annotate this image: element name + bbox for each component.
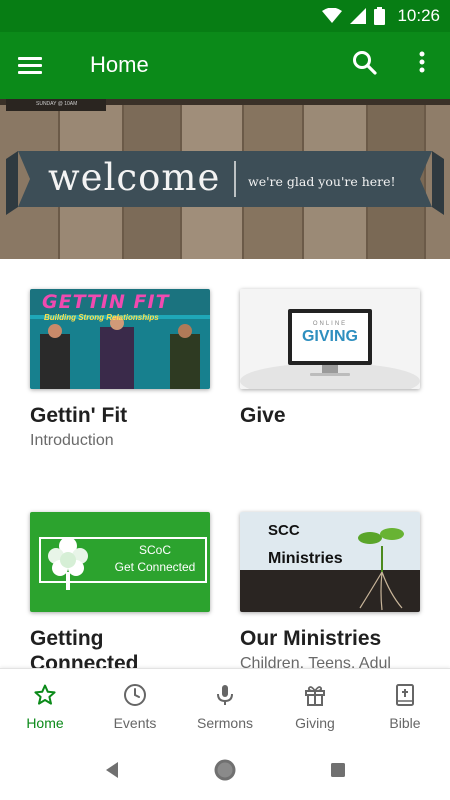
status-time: 10:26	[397, 6, 440, 25]
wifi-icon	[322, 8, 343, 23]
status-icons: 10:26	[322, 6, 440, 26]
card-title: Give	[240, 404, 286, 427]
battery-icon	[374, 7, 386, 25]
card-thumbnail[interactable]: GETTIN FIT Building Strong Relationships	[30, 289, 210, 389]
nav-sermons[interactable]: Sermons	[180, 669, 270, 741]
system-navigation-bar	[0, 740, 450, 800]
recents-icon	[331, 763, 345, 777]
nav-giving[interactable]: Giving	[270, 669, 360, 741]
hero-subtitle: we're glad you're here!	[248, 174, 396, 189]
card-gettin-fit[interactable]: GETTIN FIT Building Strong Relationships…	[30, 289, 212, 450]
status-bar: 10:26	[0, 0, 450, 32]
thumb-subtitle: Building Strong Relationships	[44, 313, 159, 322]
nav-label: Home	[26, 715, 64, 731]
nav-home[interactable]: Home	[0, 669, 90, 741]
nav-bible[interactable]: Bible	[360, 669, 450, 741]
card-subtitle: Introduction	[30, 432, 114, 449]
more-vert-icon	[419, 51, 425, 73]
microphone-icon	[217, 685, 233, 705]
card-give[interactable]: ONLINE GIVING Give	[240, 289, 422, 428]
system-recents-button[interactable]	[326, 758, 350, 782]
home-circle-icon	[214, 759, 236, 781]
thumb-main-text: GIVING	[301, 328, 358, 345]
system-back-button[interactable]	[100, 758, 124, 782]
thumb-title: GETTIN FIT	[42, 291, 170, 313]
app-bar: Home	[0, 32, 450, 99]
card-our-ministries[interactable]: SCC Ministries Our Ministries Children, …	[240, 512, 422, 673]
star-icon	[34, 684, 56, 705]
gift-icon	[305, 686, 325, 706]
system-home-button[interactable]	[213, 758, 237, 782]
card-getting-connected[interactable]: SCoC Get Connected Getting Connected	[30, 512, 212, 676]
nav-label: Bible	[389, 715, 421, 731]
card-thumbnail[interactable]: SCC Ministries	[240, 512, 420, 612]
clock-icon	[124, 684, 146, 706]
thumb-line2: Ministries	[268, 550, 343, 567]
nav-label: Giving	[295, 715, 335, 731]
card-thumbnail[interactable]: SCoC Get Connected	[30, 512, 210, 612]
thumb-line1: SCoC	[138, 543, 171, 557]
card-title: Our Ministries	[240, 627, 382, 650]
search-icon	[353, 51, 377, 75]
nav-label: Events	[113, 715, 157, 731]
back-icon	[106, 762, 118, 778]
more-options-button[interactable]	[412, 50, 432, 80]
menu-button[interactable]	[18, 52, 52, 80]
page-title: Home	[90, 52, 149, 77]
welcome-banner[interactable]: SUNDAY @ 10AM welcome we're glad you're …	[0, 99, 450, 259]
thumb-line1: SCC	[268, 522, 300, 539]
hero-welcome-text: welcome	[48, 156, 221, 199]
card-thumbnail[interactable]: ONLINE GIVING	[240, 289, 420, 389]
signal-icon	[350, 8, 367, 24]
card-title: Gettin' Fit	[30, 404, 128, 427]
thumb-top-text: ONLINE	[312, 321, 348, 327]
bible-icon	[396, 684, 414, 706]
hero-small-text: SUNDAY @ 10AM	[36, 101, 78, 107]
menu-icon	[18, 57, 42, 74]
nav-events[interactable]: Events	[90, 669, 180, 741]
nav-label: Sermons	[196, 715, 254, 731]
thumb-line2: Get Connected	[114, 560, 196, 574]
search-button[interactable]	[352, 50, 380, 80]
bottom-navigation: Home Events Sermons Giving Bible	[0, 668, 450, 740]
